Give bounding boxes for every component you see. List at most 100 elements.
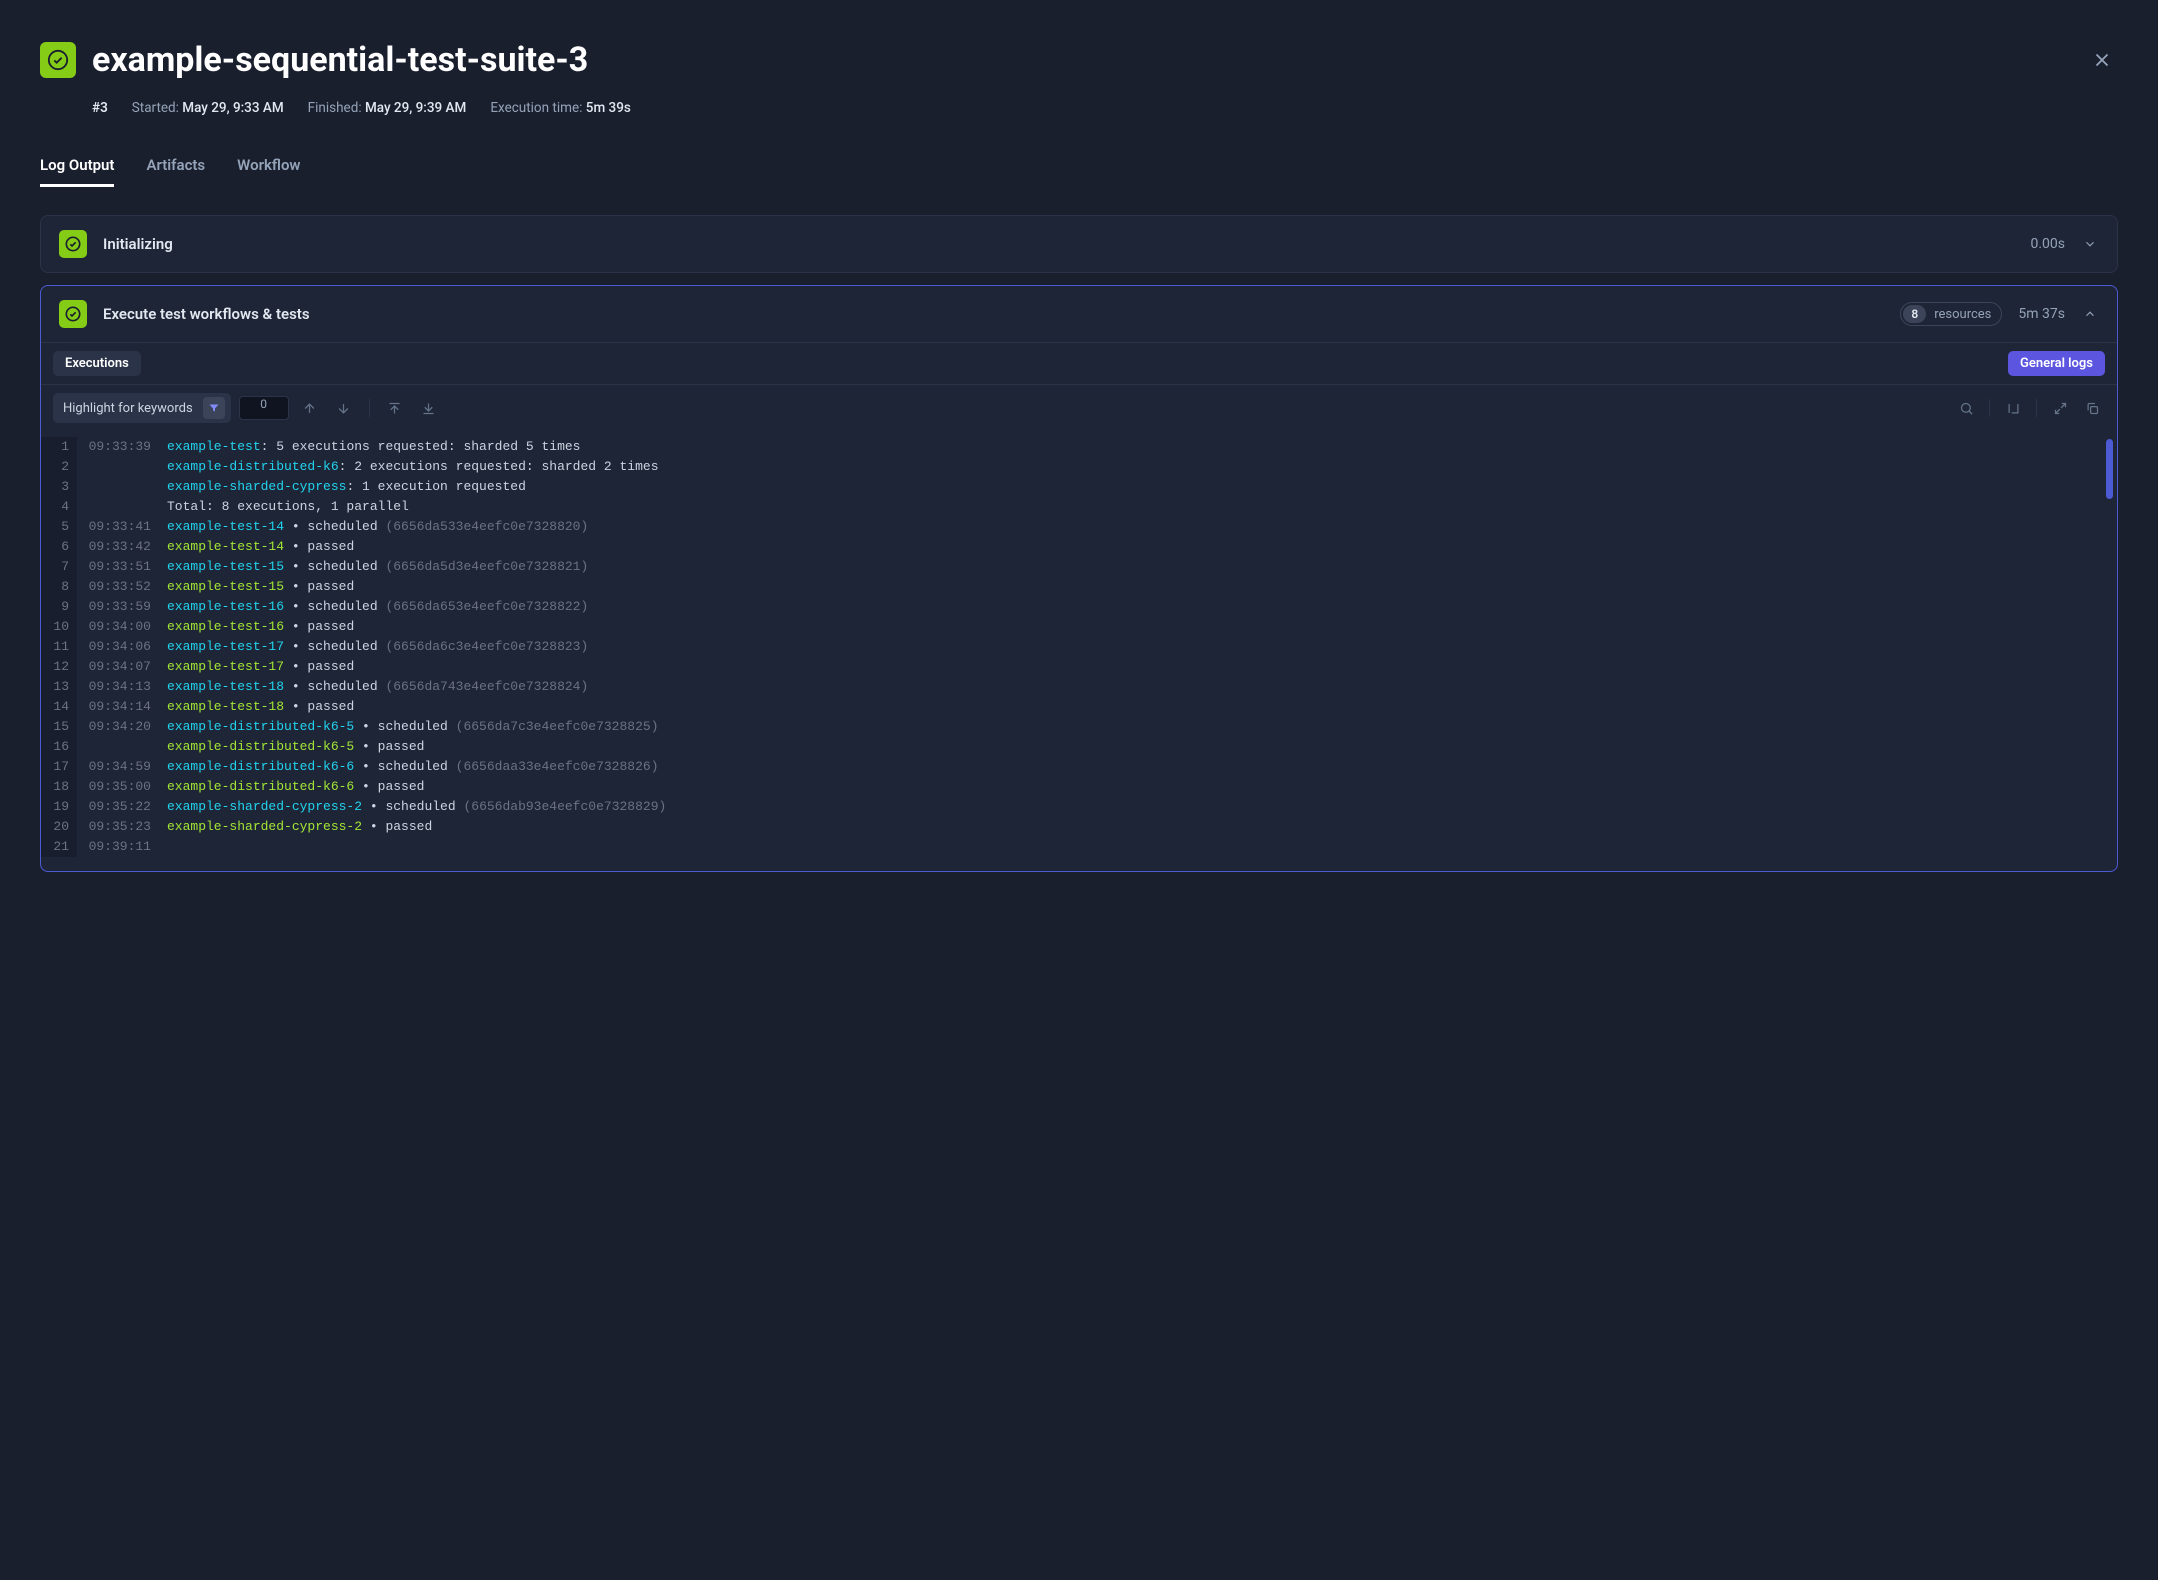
log-row: 809:33:52example-test-15 • passed	[41, 577, 2109, 597]
sub-header: Executions General logs	[41, 342, 2117, 384]
timestamp: 09:33:51	[77, 557, 167, 577]
log-row: 2example-distributed-k6: 2 executions re…	[41, 457, 2109, 477]
log-message: example-test-15 • passed	[167, 577, 2109, 597]
log-message: example-test-18 • scheduled (6656da743e4…	[167, 677, 2109, 697]
fullscreen-icon[interactable]	[2047, 395, 2073, 421]
header-left: example-sequential-test-suite-3	[40, 40, 588, 80]
line-number: 18	[41, 777, 77, 797]
timestamp: 09:34:59	[77, 757, 167, 777]
step-execute: Execute test workflows & tests 8 resourc…	[40, 285, 2118, 872]
timestamp: 09:34:07	[77, 657, 167, 677]
line-number: 11	[41, 637, 77, 657]
line-number: 8	[41, 577, 77, 597]
resources-pill[interactable]: 8 resources	[1900, 302, 2002, 326]
log-message: example-distributed-k6-6 • passed	[167, 777, 2109, 797]
close-button[interactable]	[2086, 44, 2118, 76]
log-row: 709:33:51example-test-15 • scheduled (66…	[41, 557, 2109, 577]
meta-row: #3 Started: May 29, 9:33 AM Finished: Ma…	[92, 100, 2118, 116]
chevron-up-icon[interactable]	[2081, 305, 2099, 323]
log-message: example-test-14 • passed	[167, 537, 2109, 557]
general-logs-button[interactable]: General logs	[2008, 351, 2105, 376]
separator	[1989, 399, 1990, 417]
log-row: 1709:34:59example-distributed-k6-6 • sch…	[41, 757, 2109, 777]
resources-label: resources	[1934, 307, 1991, 322]
log-message: example-test-16 • scheduled (6656da653e4…	[167, 597, 2109, 617]
timestamp: 09:35:22	[77, 797, 167, 817]
timestamp: 09:39:11	[77, 837, 167, 857]
search-icon[interactable]	[1953, 395, 1979, 421]
log-message: example-test-17 • passed	[167, 657, 2109, 677]
step-duration: 0.00s	[2030, 236, 2065, 252]
log-message: example-test-14 • scheduled (6656da533e4…	[167, 517, 2109, 537]
log-row: 1309:34:13example-test-18 • scheduled (6…	[41, 677, 2109, 697]
timestamp	[77, 737, 167, 757]
status-success-icon	[59, 230, 87, 258]
tab-artifacts[interactable]: Artifacts	[146, 156, 205, 187]
header: example-sequential-test-suite-3	[40, 40, 2118, 80]
step-header[interactable]: Execute test workflows & tests 8 resourc…	[41, 286, 2117, 342]
log-row: 109:33:39example-test: 5 executions requ…	[41, 437, 2109, 457]
started-meta: Started: May 29, 9:33 AM	[132, 100, 284, 116]
finished-meta: Finished: May 29, 9:39 AM	[308, 100, 467, 116]
log-message: example-test-18 • passed	[167, 697, 2109, 717]
line-number-input[interactable]: 0	[239, 396, 289, 420]
executions-button[interactable]: Executions	[53, 351, 141, 376]
log-row: 16example-distributed-k6-5 • passed	[41, 737, 2109, 757]
line-number: 3	[41, 477, 77, 497]
line-number: 9	[41, 597, 77, 617]
log-message: example-test-15 • scheduled (6656da5d3e4…	[167, 557, 2109, 577]
wrap-lines-icon[interactable]	[2000, 395, 2026, 421]
arrow-up-icon[interactable]	[297, 395, 323, 421]
tab-log-output[interactable]: Log Output	[40, 156, 114, 187]
separator	[2036, 399, 2037, 417]
page-title: example-sequential-test-suite-3	[92, 40, 588, 80]
timestamp	[77, 477, 167, 497]
tabs: Log Output Artifacts Workflow	[40, 156, 2118, 187]
separator	[369, 399, 370, 417]
execution-time-meta: Execution time: 5m 39s	[490, 100, 631, 116]
line-number: 21	[41, 837, 77, 857]
log-message: example-distributed-k6: 2 executions req…	[167, 457, 2109, 477]
highlight-keywords-button[interactable]: Highlight for keywords	[53, 393, 231, 423]
timestamp: 09:34:14	[77, 697, 167, 717]
log-row: 4Total: 8 executions, 1 parallel	[41, 497, 2109, 517]
log-row: 1009:34:00example-test-16 • passed	[41, 617, 2109, 637]
log-row: 1109:34:06example-test-17 • scheduled (6…	[41, 637, 2109, 657]
log-message: example-sharded-cypress-2 • scheduled (6…	[167, 797, 2109, 817]
line-number: 16	[41, 737, 77, 757]
timestamp: 09:33:52	[77, 577, 167, 597]
log-message: example-sharded-cypress-2 • passed	[167, 817, 2109, 837]
copy-icon[interactable]	[2079, 395, 2105, 421]
line-number: 7	[41, 557, 77, 577]
scrollbar[interactable]	[2106, 439, 2113, 499]
log-row: 1909:35:22example-sharded-cypress-2 • sc…	[41, 797, 2109, 817]
step-header[interactable]: Initializing 0.00s	[41, 216, 2117, 272]
chevron-down-icon[interactable]	[2081, 235, 2099, 253]
timestamp: 09:34:00	[77, 617, 167, 637]
timestamp: 09:34:06	[77, 637, 167, 657]
resources-count: 8	[1903, 305, 1926, 323]
step-title: Execute test workflows & tests	[103, 305, 1884, 323]
line-number: 13	[41, 677, 77, 697]
log-row: 1509:34:20example-distributed-k6-5 • sch…	[41, 717, 2109, 737]
filter-icon	[203, 397, 225, 419]
timestamp: 09:33:59	[77, 597, 167, 617]
log-message: Total: 8 executions, 1 parallel	[167, 497, 2109, 517]
log-message: example-sharded-cypress: 1 execution req…	[167, 477, 2109, 497]
log-message: example-distributed-k6-5 • scheduled (66…	[167, 717, 2109, 737]
log-pane: 109:33:39example-test: 5 executions requ…	[41, 431, 2117, 871]
log-row: 1809:35:00example-distributed-k6-6 • pas…	[41, 777, 2109, 797]
timestamp: 09:33:42	[77, 537, 167, 557]
arrow-down-icon[interactable]	[331, 395, 357, 421]
scroll-top-icon[interactable]	[382, 395, 408, 421]
log-message: example-test-16 • passed	[167, 617, 2109, 637]
status-success-icon	[40, 42, 76, 78]
timestamp: 09:33:39	[77, 437, 167, 457]
line-number: 10	[41, 617, 77, 637]
log-row: 609:33:42example-test-14 • passed	[41, 537, 2109, 557]
line-number: 19	[41, 797, 77, 817]
scroll-bottom-icon[interactable]	[416, 395, 442, 421]
timestamp: 09:33:41	[77, 517, 167, 537]
line-number: 12	[41, 657, 77, 677]
tab-workflow[interactable]: Workflow	[237, 156, 300, 187]
